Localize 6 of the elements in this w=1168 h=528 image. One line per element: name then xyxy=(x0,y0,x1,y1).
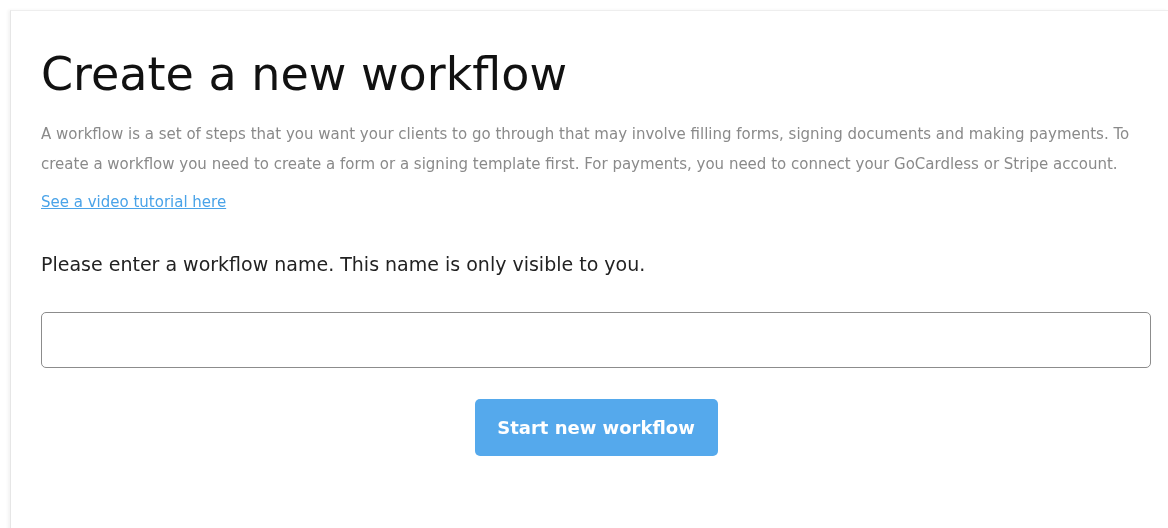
workflow-name-field[interactable] xyxy=(41,312,1151,368)
tutorial-link[interactable]: See a video tutorial here xyxy=(41,193,227,211)
start-workflow-button[interactable]: Start new workflow xyxy=(474,399,718,456)
page-title: Create a new workflow xyxy=(41,46,569,103)
description-text: A workflow is a set of steps that you want your clients to go through that may involve filling forms, signing documents and making payments. To create a workflow you need to create a form or a signing template first. For payments, you need to connect your GoCardless or Stripe account. xyxy=(41,124,1131,175)
name-prompt: Please enter a workflow name. This name is only visible to you. xyxy=(41,253,647,275)
